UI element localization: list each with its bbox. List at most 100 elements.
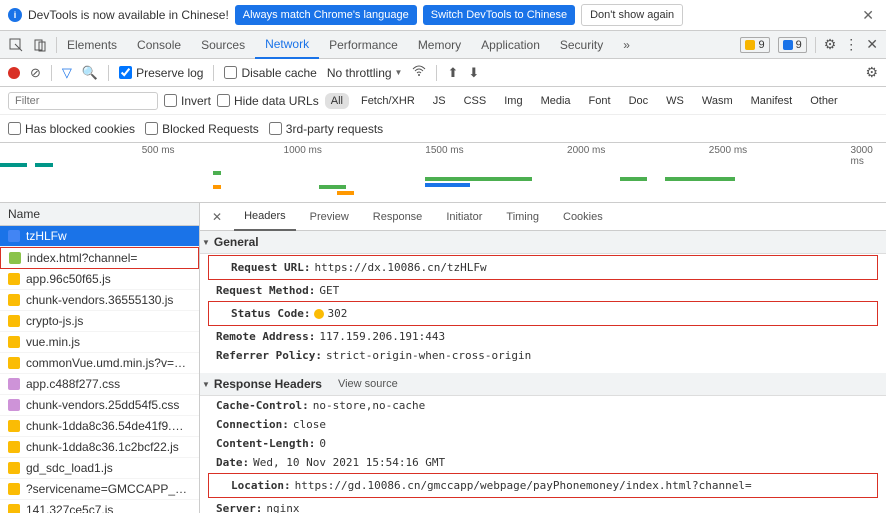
tab-memory[interactable]: Memory — [408, 31, 471, 59]
filter-bar-2: Has blocked cookies Blocked Requests 3rd… — [0, 115, 886, 143]
tab-application[interactable]: Application — [471, 31, 550, 59]
tab-console[interactable]: Console — [127, 31, 191, 59]
dtab-timing[interactable]: Timing — [496, 203, 549, 231]
clear-icon[interactable]: ⊘ — [30, 65, 41, 81]
dtab-cookies[interactable]: Cookies — [553, 203, 613, 231]
request-row[interactable]: ?servicename=GMCCAPP_… — [0, 479, 199, 500]
request-name: commonVue.umd.min.js?v=… — [26, 356, 186, 370]
css-file-icon — [8, 378, 20, 390]
dtab-response[interactable]: Response — [363, 203, 433, 231]
request-row[interactable]: app.96c50f65.js — [0, 269, 199, 290]
type-doc[interactable]: Doc — [623, 93, 655, 109]
doc-file-icon — [8, 230, 20, 242]
search-icon[interactable]: 🔍 — [82, 65, 98, 81]
blocked-cookies-checkbox[interactable]: Has blocked cookies — [8, 122, 135, 136]
close-devtools-icon[interactable]: ✕ — [866, 36, 878, 53]
request-name: chunk-vendors.36555130.js — [26, 293, 173, 307]
export-icon[interactable]: ⬇ — [468, 65, 479, 81]
type-other[interactable]: Other — [804, 93, 844, 109]
request-detail: ✕ Headers Preview Response Initiator Tim… — [200, 203, 886, 513]
close-detail-icon[interactable]: ✕ — [204, 210, 230, 224]
dtab-initiator[interactable]: Initiator — [436, 203, 492, 231]
request-row[interactable]: chunk-vendors.25dd54f5.css — [0, 395, 199, 416]
divider — [436, 65, 437, 81]
info-badge[interactable]: 9 — [778, 37, 807, 53]
dtab-preview[interactable]: Preview — [300, 203, 359, 231]
waterfall-timeline[interactable]: 500 ms 1000 ms 1500 ms 2000 ms 2500 ms 3… — [0, 143, 886, 203]
third-party-checkbox[interactable]: 3rd-party requests — [269, 122, 383, 136]
menu-icon[interactable]: ⋮ — [844, 36, 858, 53]
dont-show-button[interactable]: Don't show again — [581, 4, 683, 26]
status-code-value: 302 — [314, 307, 347, 320]
type-fetch[interactable]: Fetch/XHR — [355, 93, 421, 109]
status-dot-icon — [314, 309, 324, 319]
js-file-icon — [8, 315, 20, 327]
request-row[interactable]: chunk-1dda8c36.54de41f9.… — [0, 416, 199, 437]
column-header-name[interactable]: Name — [0, 203, 199, 226]
inspect-icon[interactable] — [8, 37, 24, 53]
tab-security[interactable]: Security — [550, 31, 613, 59]
js-file-icon — [8, 294, 20, 306]
tl-label: 1000 ms — [284, 145, 322, 156]
record-button[interactable] — [8, 67, 20, 79]
tab-network[interactable]: Network — [255, 31, 319, 59]
tab-sources[interactable]: Sources — [191, 31, 255, 59]
dtab-headers[interactable]: Headers — [234, 203, 296, 231]
type-wasm[interactable]: Wasm — [696, 93, 739, 109]
request-row[interactable]: chunk-1dda8c36.1c2bcf22.js — [0, 437, 199, 458]
filter-toggle-icon[interactable]: ▽ — [62, 65, 72, 81]
type-css[interactable]: CSS — [458, 93, 493, 109]
type-img[interactable]: Img — [498, 93, 528, 109]
throttling-dropdown[interactable]: No throttling▼ — [327, 66, 403, 80]
view-source-link[interactable]: View source — [338, 378, 398, 390]
request-row[interactable]: chunk-vendors.36555130.js — [0, 290, 199, 311]
response-headers-section[interactable]: ▼Response HeadersView source — [200, 373, 886, 396]
type-ws[interactable]: WS — [660, 93, 690, 109]
disable-cache-checkbox[interactable]: Disable cache — [224, 66, 316, 80]
blocked-requests-checkbox[interactable]: Blocked Requests — [145, 122, 259, 136]
request-name: app.c488f277.css — [26, 377, 120, 391]
warning-badge[interactable]: 9 — [740, 37, 769, 53]
request-row[interactable]: tzHLFw — [0, 226, 199, 247]
js-file-icon — [8, 420, 20, 432]
device-icon[interactable] — [32, 37, 48, 53]
tl-label: 500 ms — [142, 145, 175, 156]
tab-performance[interactable]: Performance — [319, 31, 408, 59]
network-content: Name tzHLFwindex.html?channel= app.96c50f… — [0, 203, 886, 513]
request-method-value: GET — [319, 284, 339, 297]
request-row[interactable]: index.html?channel= — [0, 247, 199, 269]
network-settings-icon[interactable]: ⚙ — [865, 64, 878, 81]
request-row[interactable]: 141.327ce5c7.js — [0, 500, 199, 513]
more-tabs-icon[interactable]: » — [613, 31, 640, 59]
type-manifest[interactable]: Manifest — [745, 93, 799, 109]
request-name: app.96c50f65.js — [26, 272, 111, 286]
request-row[interactable]: gd_sdc_load1.js — [0, 458, 199, 479]
switch-lang-button[interactable]: Switch DevTools to Chinese — [423, 5, 575, 25]
type-font[interactable]: Font — [583, 93, 617, 109]
invert-checkbox[interactable]: Invert — [164, 94, 211, 108]
wifi-icon[interactable] — [412, 65, 426, 80]
request-row[interactable]: crypto-js.js — [0, 311, 199, 332]
type-media[interactable]: Media — [535, 93, 577, 109]
general-section[interactable]: ▼General — [200, 231, 886, 254]
request-row[interactable]: app.c488f277.css — [0, 374, 199, 395]
hide-urls-checkbox[interactable]: Hide data URLs — [217, 94, 319, 108]
cache-control-value: no-store,no-cache — [313, 399, 426, 412]
request-row[interactable]: commonVue.umd.min.js?v=… — [0, 353, 199, 374]
request-row[interactable]: vue.min.js — [0, 332, 199, 353]
request-method-label: Request Method: — [216, 284, 315, 297]
highlight-box: Status Code: 302 — [208, 301, 878, 326]
type-all[interactable]: All — [325, 93, 349, 109]
js-file-icon — [8, 273, 20, 285]
settings-icon[interactable]: ⚙ — [824, 36, 837, 53]
tab-elements[interactable]: Elements — [57, 31, 127, 59]
filter-input[interactable] — [8, 92, 158, 110]
server-label: Server: — [216, 502, 262, 513]
divider — [815, 37, 816, 53]
type-js[interactable]: JS — [427, 93, 452, 109]
match-lang-button[interactable]: Always match Chrome's language — [235, 5, 417, 25]
preserve-log-checkbox[interactable]: Preserve log — [119, 66, 203, 80]
import-icon[interactable]: ⬆ — [447, 65, 458, 81]
close-banner-icon[interactable]: ✕ — [858, 7, 878, 24]
main-tabs: Elements Console Sources Network Perform… — [0, 31, 886, 59]
